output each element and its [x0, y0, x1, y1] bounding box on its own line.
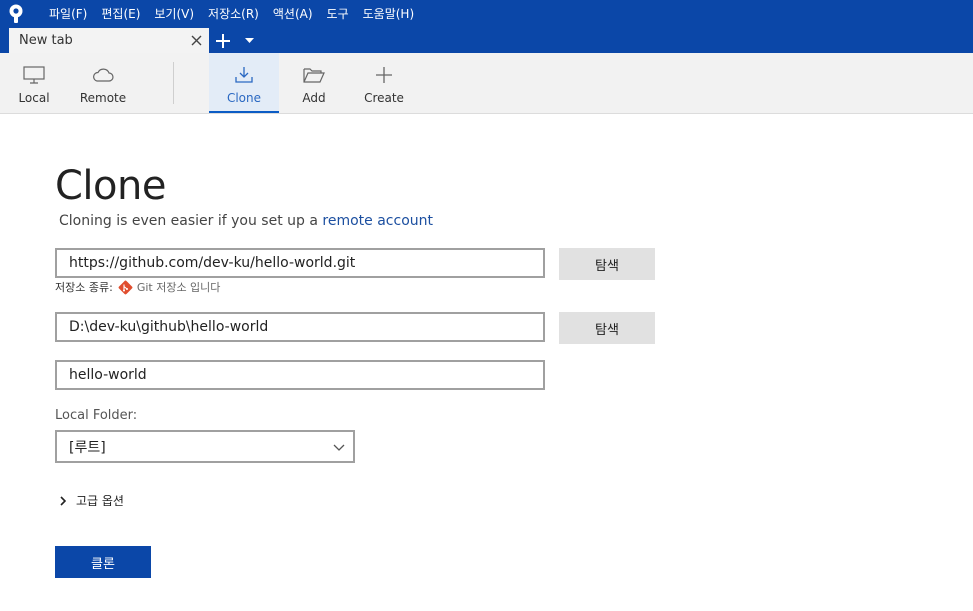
- remote-account-link[interactable]: remote account: [322, 213, 433, 229]
- toolbar-clone-button[interactable]: Clone: [209, 53, 279, 113]
- menu-bar: 파일(F) 편집(E) 보기(V) 저장소(R) 액션(A) 도구 도움말(H): [0, 0, 973, 28]
- tab-title: New tab: [19, 33, 73, 48]
- local-folder-select[interactable]: [루트]: [55, 430, 355, 463]
- page-title: Clone: [55, 163, 166, 209]
- toolbar-divider: [173, 62, 174, 104]
- menu-edit[interactable]: 편집(E): [94, 0, 147, 28]
- menu-tools[interactable]: 도구: [320, 0, 356, 28]
- menu-actions[interactable]: 액션(A): [266, 0, 320, 28]
- menu-repository[interactable]: 저장소(R): [201, 0, 266, 28]
- toolbar-local-label: Local: [18, 91, 50, 105]
- repo-name-input[interactable]: hello-world: [55, 360, 545, 390]
- repo-type-info: 저장소 종류: Git 저장소 입니다: [55, 279, 220, 295]
- repo-type-label: 저장소 종류:: [55, 281, 113, 294]
- clone-button[interactable]: 클론: [55, 546, 151, 578]
- local-folder-label: Local Folder:: [55, 408, 138, 423]
- advanced-options-label: 고급 옵션: [76, 494, 124, 508]
- subtitle: Cloning is even easier if you set up a r…: [59, 213, 433, 229]
- source-url-input[interactable]: https://github.com/dev-ku/hello-world.gi…: [55, 248, 545, 278]
- tab-new-tab[interactable]: New tab: [9, 28, 209, 53]
- folder-open-icon: [303, 65, 325, 85]
- menu-help[interactable]: 도움말(H): [356, 0, 422, 28]
- chevron-down-icon: [333, 439, 345, 455]
- destination-path-input[interactable]: D:\dev-ku\github\hello-world: [55, 312, 545, 342]
- toolbar-add-label: Add: [302, 91, 326, 105]
- sourcetree-logo-icon: [0, 0, 32, 28]
- main-menu: 파일(F) 편집(E) 보기(V) 저장소(R) 액션(A) 도구 도움말(H): [42, 0, 421, 28]
- menu-file[interactable]: 파일(F): [42, 0, 94, 28]
- toolbar-remote-button[interactable]: Remote: [72, 53, 134, 113]
- download-icon: [234, 65, 254, 85]
- chevron-down-icon[interactable]: [237, 28, 261, 53]
- browse-source-button[interactable]: 탐색: [559, 248, 655, 280]
- local-folder-value: [루트]: [69, 439, 106, 456]
- toolbar-local-button[interactable]: Local: [6, 53, 62, 113]
- git-icon: [118, 280, 133, 295]
- browse-destination-button[interactable]: 탐색: [559, 312, 655, 344]
- repo-type-value: Git 저장소 입니다: [136, 281, 221, 294]
- close-icon[interactable]: [189, 34, 203, 48]
- toolbar-add-button[interactable]: Add: [288, 53, 340, 113]
- menu-view[interactable]: 보기(V): [147, 0, 201, 28]
- plus-icon[interactable]: [209, 28, 237, 53]
- advanced-options-toggle[interactable]: 고급 옵션: [60, 492, 124, 509]
- subtitle-text: Cloning is even easier if you set up a: [59, 213, 323, 229]
- toolbar-create-label: Create: [364, 91, 404, 105]
- toolbar-create-button[interactable]: Create: [356, 53, 412, 113]
- monitor-icon: [23, 65, 45, 85]
- tab-strip: New tab: [0, 28, 973, 53]
- plus-icon: [376, 65, 392, 85]
- toolbar-remote-label: Remote: [79, 91, 127, 105]
- toolbar: Local Remote Clone Add Create: [0, 53, 973, 114]
- chevron-right-icon: [60, 495, 66, 506]
- toolbar-clone-label: Clone: [226, 91, 262, 105]
- cloud-icon: [92, 65, 114, 85]
